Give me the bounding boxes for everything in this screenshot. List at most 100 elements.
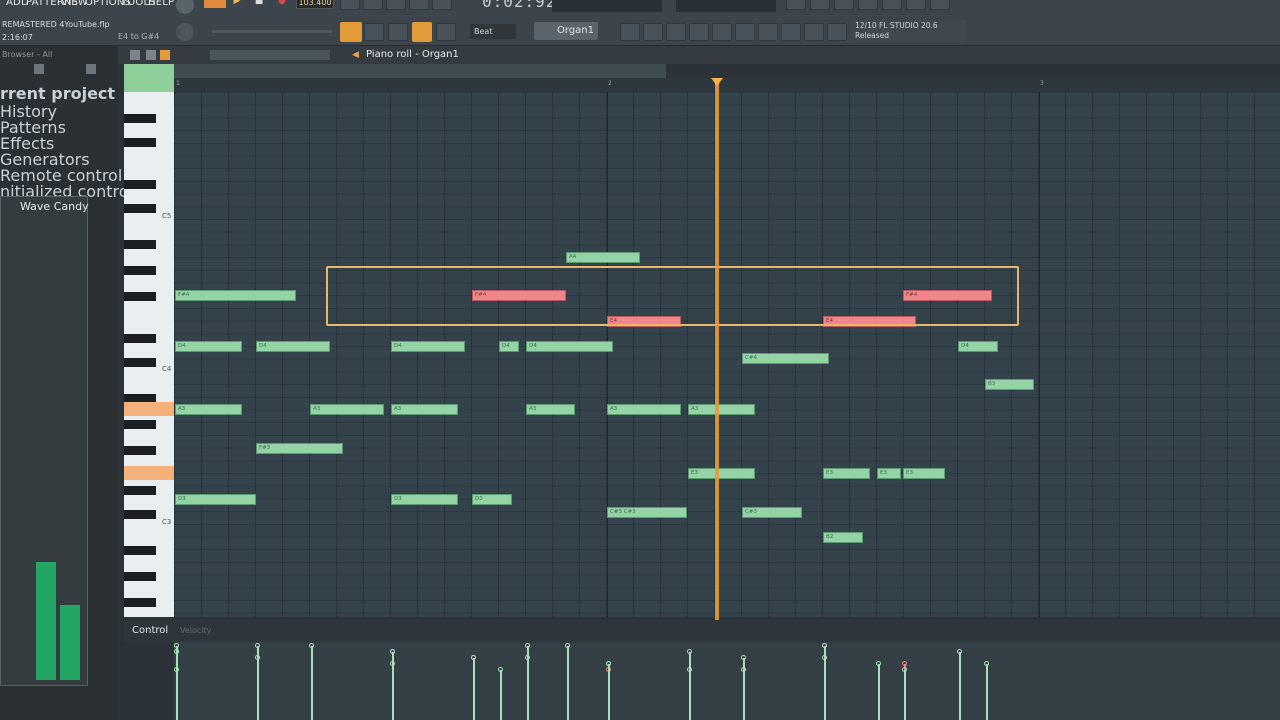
browser-icon[interactable]	[906, 0, 926, 10]
info-icon[interactable]	[858, 0, 878, 10]
velocity-stem[interactable]	[959, 652, 961, 720]
note-a3[interactable]: A3	[391, 404, 458, 415]
black-key[interactable]	[124, 266, 156, 275]
note-d4[interactable]: D4	[175, 341, 242, 352]
note-b3[interactable]: B3	[985, 379, 1034, 390]
black-key[interactable]	[124, 486, 156, 495]
black-key[interactable]	[124, 114, 156, 123]
note-d3[interactable]: D3	[175, 494, 256, 505]
tools-icon[interactable]	[146, 50, 156, 60]
black-key[interactable]	[124, 420, 156, 429]
note-b2[interactable]: B2	[823, 532, 863, 543]
black-key[interactable]	[124, 446, 156, 455]
velocity-stem[interactable]	[392, 652, 394, 720]
snap-toggle-icon[interactable]	[340, 22, 362, 42]
velocity-handle[interactable]	[525, 643, 530, 648]
black-key[interactable]	[124, 598, 156, 607]
velocity-lane[interactable]	[174, 642, 1280, 720]
playhead-marker-icon[interactable]	[711, 78, 723, 86]
velocity-handle[interactable]	[174, 643, 179, 648]
note-c-sharp-3[interactable]: C#3	[742, 507, 802, 518]
speaker-icon-small[interactable]: ◀	[352, 50, 359, 60]
highlighted-key-a3[interactable]	[124, 402, 174, 416]
velocity-stem[interactable]	[257, 646, 259, 720]
arrow-icon[interactable]	[364, 23, 384, 41]
note-a4[interactable]: A4	[566, 252, 640, 263]
mixer-icon[interactable]	[786, 0, 806, 10]
velocity-handle[interactable]	[498, 667, 503, 672]
browser-item-current-project[interactable]: rrent project	[0, 84, 115, 103]
speaker-icon[interactable]	[86, 64, 96, 74]
velocity-handle[interactable]	[741, 655, 746, 660]
plugin-picker-icon[interactable]	[758, 23, 778, 41]
velocity-stem[interactable]	[743, 670, 745, 720]
velocity-stem[interactable]	[527, 658, 529, 720]
note-d4[interactable]: D4	[499, 341, 519, 352]
black-key[interactable]	[124, 546, 156, 555]
time-ruler[interactable]	[174, 78, 1280, 92]
velocity-stem[interactable]	[473, 658, 475, 720]
project-info-icon[interactable]	[804, 23, 824, 41]
note-e3[interactable]: E3	[823, 468, 870, 479]
note-d4[interactable]: D4	[256, 341, 330, 352]
velocity-handle[interactable]	[525, 655, 530, 660]
velocity-handle[interactable]	[902, 667, 907, 672]
velocity-handle[interactable]	[565, 643, 570, 648]
chat-icon[interactable]	[930, 0, 950, 10]
wait-input-icon[interactable]	[363, 0, 383, 10]
velocity-stem[interactable]	[986, 664, 988, 720]
black-key[interactable]	[124, 334, 156, 343]
velocity-handle[interactable]	[471, 655, 476, 660]
tempo-display[interactable]: 103.400	[296, 0, 334, 9]
black-key[interactable]	[124, 358, 156, 367]
playlist-icon[interactable]	[620, 23, 640, 41]
draw-tools-strip[interactable]	[210, 50, 330, 60]
velocity-stem[interactable]	[608, 664, 610, 720]
record-icon[interactable]: ●	[275, 0, 289, 8]
velocity-stem[interactable]	[878, 664, 880, 720]
selection-box[interactable]	[326, 266, 1019, 326]
velocity-handle[interactable]	[255, 643, 260, 648]
black-key[interactable]	[124, 572, 156, 581]
note-c-sharp-4[interactable]: C#4	[742, 353, 829, 364]
velocity-handle[interactable]	[984, 661, 989, 666]
options-icon[interactable]	[130, 50, 140, 60]
note-c-sharp-3[interactable]: C#3 C#3	[607, 507, 687, 518]
highlighted-key-f-sharp-3[interactable]	[124, 466, 174, 480]
control-label[interactable]: Control	[132, 625, 168, 636]
velocity-handle[interactable]	[822, 643, 827, 648]
black-key[interactable]	[124, 292, 156, 301]
velocity-stem[interactable]	[689, 652, 691, 720]
plugin-icon[interactable]	[882, 0, 902, 10]
blend-notes-icon[interactable]	[432, 0, 452, 10]
note-e3[interactable]: E3	[877, 468, 901, 479]
pat-song-toggle[interactable]	[204, 0, 226, 8]
news-panel[interactable]: 12/10 FL STUDIO 20.6 Released	[850, 20, 966, 42]
note-a3[interactable]: A3	[175, 404, 242, 415]
stamp-button[interactable]	[124, 64, 174, 92]
note-a3[interactable]: A3	[526, 404, 575, 415]
plugin-database-icon[interactable]	[735, 23, 755, 41]
pattern-overview[interactable]	[174, 64, 666, 78]
velocity-handle[interactable]	[876, 661, 881, 666]
velocity-handle[interactable]	[390, 649, 395, 654]
note-f-sharp-3[interactable]: F#3	[256, 443, 343, 454]
velocity-handle[interactable]	[606, 661, 611, 666]
note-d3[interactable]: D3	[391, 494, 458, 505]
note-d3[interactable]: D3	[472, 494, 512, 505]
note-d4[interactable]: D4	[958, 341, 998, 352]
help-icon[interactable]	[834, 0, 854, 10]
velocity-stem[interactable]	[311, 646, 313, 720]
black-key[interactable]	[124, 180, 156, 189]
black-key[interactable]	[124, 510, 156, 519]
menu-view[interactable]: VIEW	[61, 0, 88, 8]
mixer-window-icon[interactable]	[689, 23, 709, 41]
note-grid[interactable]	[174, 92, 1280, 617]
black-key[interactable]	[124, 138, 156, 147]
note-a3[interactable]: A3	[607, 404, 681, 415]
note-a3[interactable]: A3	[688, 404, 755, 415]
master-pitch-slider[interactable]	[212, 30, 332, 33]
menu-help[interactable]: HELP	[148, 0, 174, 8]
velocity-handle[interactable]	[687, 649, 692, 654]
black-key[interactable]	[124, 240, 156, 249]
